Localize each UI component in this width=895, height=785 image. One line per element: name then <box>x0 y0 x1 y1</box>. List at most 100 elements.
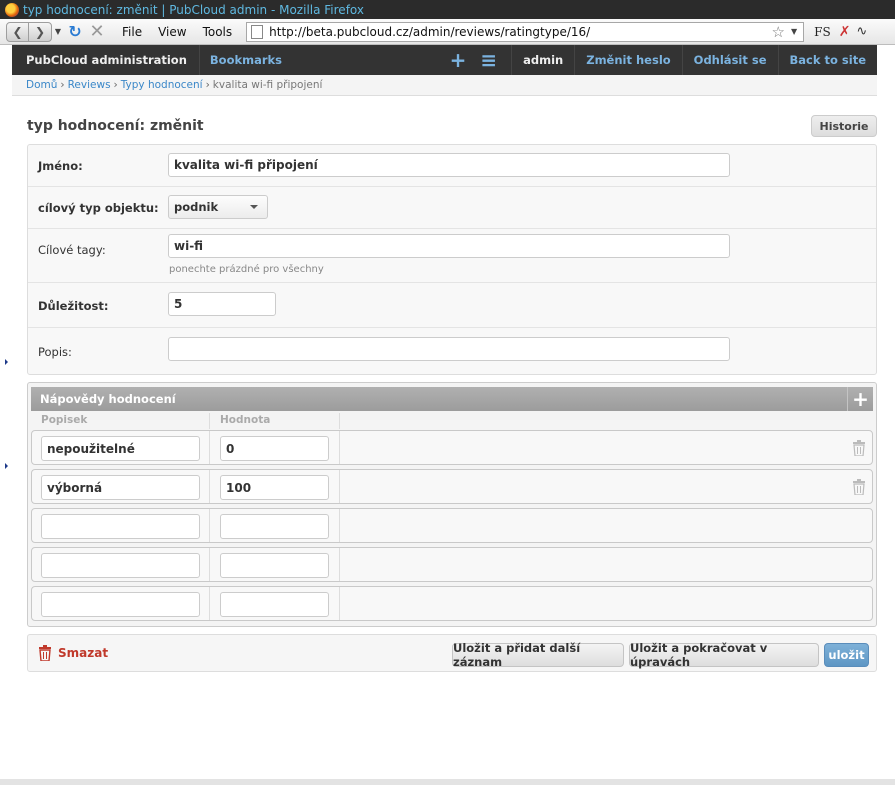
inline-row <box>31 586 873 621</box>
menu-tools[interactable]: Tools <box>203 25 233 39</box>
save-button[interactable]: uložit <box>824 643 869 667</box>
hint-value-input[interactable]: 0 <box>220 436 329 461</box>
row-importance: Důležitost: 5 <box>28 283 876 328</box>
column-divider <box>339 470 340 503</box>
row-name: Jméno: kvalita wi-fi připojení <box>28 145 876 187</box>
history-button[interactable]: Historie <box>811 115 877 137</box>
breadcrumb-current: kvalita wi-fi připojení <box>212 79 323 91</box>
chevron-down-icon <box>250 205 258 209</box>
column-divider <box>209 509 210 542</box>
inline-header: Nápovědy hodnocení + <box>31 387 873 411</box>
trash-icon[interactable] <box>852 479 866 495</box>
addon-block-icon[interactable]: ✗ <box>839 24 851 40</box>
description-label: Popis: <box>38 345 72 359</box>
hint-value-input[interactable] <box>220 592 329 617</box>
logout-link[interactable]: Odhlásit se <box>681 45 778 75</box>
column-divider <box>209 470 210 503</box>
column-divider <box>209 413 210 429</box>
user-tools: admin Změnit heslo Odhlásit se Back to s… <box>511 45 877 75</box>
page-icon <box>251 24 264 39</box>
inline-row <box>31 508 873 543</box>
hint-label-input[interactable]: nepoužitelné <box>41 436 200 461</box>
name-label: Jméno: <box>38 159 83 173</box>
tags-input[interactable]: wi-fi <box>168 234 730 258</box>
trash-icon[interactable] <box>852 440 866 456</box>
hint-label-input[interactable] <box>41 553 200 578</box>
hint-value-input[interactable]: 100 <box>220 475 329 500</box>
breadcrumb-home[interactable]: Domů <box>26 79 57 91</box>
hint-value-input[interactable] <box>220 514 329 539</box>
breadcrumb-separator: › <box>113 79 118 91</box>
breadcrumb-types[interactable]: Typy hodnocení <box>121 79 203 91</box>
target-type-label: cílový typ objektu: <box>38 201 159 215</box>
importance-input[interactable]: 5 <box>168 292 276 316</box>
history-nav: ❮ ❯ <box>6 21 52 42</box>
menu-list-icon[interactable]: ≡ <box>480 48 497 72</box>
rating-hints-inline: Nápovědy hodnocení + Popisek Hodnota nep… <box>27 382 877 627</box>
url-dropdown-icon[interactable]: ▼ <box>791 27 797 36</box>
browser-toolbar: ❮ ❯ ▼ ↻ ✕ File View Tools http://beta.pu… <box>0 19 895 45</box>
delete-link[interactable]: Smazat <box>38 645 108 661</box>
inline-row <box>31 547 873 582</box>
user-name: admin <box>511 45 574 75</box>
reload-icon[interactable]: ↻ <box>64 22 86 42</box>
menu-bar: File View Tools <box>114 25 240 39</box>
bookmark-star-icon[interactable]: ☆ <box>772 23 785 41</box>
menu-file[interactable]: File <box>122 25 142 39</box>
history-dropdown-icon[interactable]: ▼ <box>52 27 64 36</box>
main-fieldset: Jméno: kvalita wi-fi připojení cílový ty… <box>27 144 877 375</box>
expand-arrow-icon[interactable] <box>5 359 8 365</box>
change-password-link[interactable]: Změnit heslo <box>574 45 681 75</box>
expand-arrow-icon[interactable] <box>5 463 8 469</box>
column-label-header: Popisek <box>41 414 88 426</box>
hint-label-input[interactable] <box>41 514 200 539</box>
target-type-select[interactable]: podnik <box>168 195 268 219</box>
breadcrumb-reviews[interactable]: Reviews <box>68 79 111 91</box>
breadcrumb-separator: › <box>60 79 65 91</box>
submit-row: Smazat Uložit a přidat další záznam Ulož… <box>27 634 877 672</box>
forward-arrow-icon[interactable]: ❯ <box>29 23 51 41</box>
column-divider <box>339 548 340 581</box>
address-bar[interactable]: http://beta.pubcloud.cz/admin/reviews/ra… <box>246 21 805 42</box>
tags-label: Cílové tagy: <box>38 243 106 257</box>
site-brand[interactable]: PubCloud administration <box>12 45 199 75</box>
window-titlebar: typ hodnocení: změnit | PubCloud admin -… <box>0 0 895 19</box>
hint-value-input[interactable] <box>220 553 329 578</box>
back-to-site-link[interactable]: Back to site <box>777 45 877 75</box>
addon-fs-button[interactable]: FS <box>814 25 831 39</box>
back-arrow-icon[interactable]: ❮ <box>7 22 29 41</box>
status-bar <box>0 779 895 785</box>
tags-help: ponechte prázdné pro všechny <box>169 264 324 275</box>
inline-column-headers: Popisek Hodnota <box>31 413 873 429</box>
page-title: typ hodnocení: změnit <box>27 118 204 134</box>
bookmarks-link[interactable]: Bookmarks <box>198 45 292 75</box>
save-and-continue-button[interactable]: Uložit a pokračovat v úpravách <box>629 641 819 669</box>
row-description: Popis: <box>28 328 876 374</box>
column-divider <box>339 587 340 620</box>
name-input[interactable]: kvalita wi-fi připojení <box>168 153 730 177</box>
header-icons: + ≡ <box>436 45 498 75</box>
description-input[interactable] <box>168 337 730 361</box>
url-text[interactable]: http://beta.pubcloud.cz/admin/reviews/ra… <box>269 25 590 39</box>
stop-icon[interactable]: ✕ <box>86 21 108 42</box>
add-bookmark-icon[interactable]: + <box>450 48 467 72</box>
importance-label: Důležitost: <box>38 299 109 313</box>
delete-label: Smazat <box>58 646 109 660</box>
addon-swirl-icon[interactable]: ∿ <box>856 24 867 39</box>
row-tags: Cílové tagy: wi-fi ponechte prázdné pro … <box>28 229 876 283</box>
admin-header: PubCloud administration Bookmarks + ≡ ad… <box>12 45 877 75</box>
column-divider <box>209 587 210 620</box>
trash-icon <box>39 645 51 661</box>
column-divider <box>209 431 210 464</box>
save-and-add-button[interactable]: Uložit a přidat další záznam <box>452 641 624 669</box>
breadcrumb-separator: › <box>205 79 210 91</box>
breadcrumb: Domů › Reviews › Typy hodnocení › kvalit… <box>12 75 877 96</box>
inline-row: výborná 100 <box>31 469 873 504</box>
column-divider <box>209 548 210 581</box>
column-divider <box>339 509 340 542</box>
menu-view[interactable]: View <box>158 25 186 39</box>
hint-label-input[interactable]: výborná <box>41 475 200 500</box>
hint-label-input[interactable] <box>41 592 200 617</box>
add-row-icon[interactable]: + <box>847 387 873 411</box>
column-divider <box>339 413 340 429</box>
